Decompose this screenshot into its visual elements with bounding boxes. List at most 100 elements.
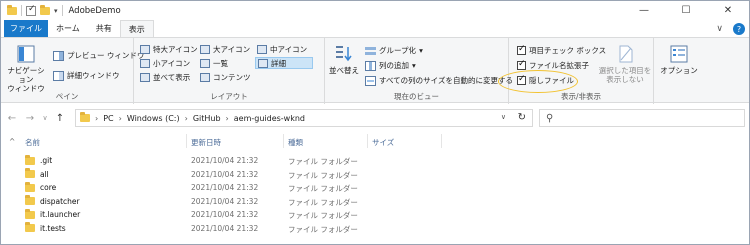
file-name-text: dispatcher (40, 196, 80, 206)
tab-home[interactable]: ホーム (48, 20, 88, 37)
layout-large-icons[interactable]: 大アイコン (198, 43, 252, 55)
window-title: AdobeDemo (68, 5, 121, 16)
table-row[interactable]: it.tests 2021/10/04 21:32 ファイル フォルダー (1, 222, 749, 236)
file-name: it.tests (25, 222, 66, 233)
details-icon (258, 58, 268, 68)
group-by-button[interactable]: グループ化 ▾ (365, 45, 423, 56)
list-icon (200, 58, 210, 68)
column-headers: ^ 名前 更新日時 種類 サイズ (1, 132, 749, 150)
ribbon-tabs-right: ∨ ? (716, 23, 745, 35)
preview-pane-icon (53, 50, 64, 61)
column-header-date[interactable]: 更新日時 (191, 137, 221, 148)
navigation-pane-label-1: ナビゲーション (7, 66, 45, 84)
search-box[interactable]: ⚲ (539, 109, 745, 127)
minimize-button[interactable]: — (623, 1, 665, 20)
back-button[interactable]: ← (3, 113, 21, 124)
search-icon: ⚲ (546, 112, 554, 124)
maximize-button[interactable]: ☐ (665, 1, 707, 20)
hide-selected-button[interactable]: 選択した項目を 表示しない (597, 44, 653, 84)
layout-tiles[interactable]: 並べて表示 (138, 71, 192, 83)
folder-icon (7, 4, 17, 15)
chevron-right-icon: › (225, 113, 229, 123)
column-header-name[interactable]: 名前 (25, 137, 40, 148)
file-name: .git (25, 154, 53, 165)
layout-small-icons[interactable]: 小アイコン (138, 57, 192, 69)
file-date: 2021/10/04 21:32 (191, 156, 259, 165)
chevron-down-icon: ▾ (419, 46, 423, 55)
layout-label: 一覧 (213, 58, 228, 68)
chevron-right-icon: › (95, 113, 99, 123)
fit-columns-icon (365, 75, 376, 86)
customize-toolbar-icon[interactable]: ▾ (54, 7, 58, 15)
layout-extra-large-icons[interactable]: 特大アイコン (138, 43, 200, 55)
group-by-label: グループ化 (379, 46, 417, 55)
breadcrumb-pc[interactable]: PC (103, 114, 113, 123)
add-columns-icon (365, 60, 376, 71)
add-columns-button[interactable]: 列の追加 ▾ (365, 60, 416, 71)
options-button[interactable]: オプション (659, 44, 699, 75)
address-bar[interactable]: › PC › Windows (C:) › GitHub › aem-guide… (75, 109, 533, 127)
tab-share[interactable]: 共有 (88, 20, 120, 37)
file-list: ^ 名前 更新日時 種類 サイズ .git 2021/10/04 21:32 フ… (1, 132, 749, 244)
file-extensions-checkbox[interactable] (517, 59, 526, 70)
file-name: it.launcher (25, 208, 80, 219)
column-header-size[interactable]: サイズ (372, 137, 394, 148)
content-icon (200, 72, 210, 82)
folder-icon (25, 222, 35, 232)
table-row[interactable]: dispatcher 2021/10/04 21:32 ファイル フォルダー (1, 195, 749, 209)
column-header-type[interactable]: 種類 (288, 137, 303, 148)
extra-large-icons-icon (140, 44, 150, 54)
layout-list[interactable]: 一覧 (198, 57, 230, 69)
tab-file[interactable]: ファイル (4, 20, 48, 37)
new-folder-icon[interactable] (40, 4, 50, 15)
preview-pane-button[interactable]: プレビュー ウィンドウ (53, 50, 144, 61)
layout-group-label: レイアウト (210, 92, 248, 101)
file-name: all (25, 168, 49, 179)
breadcrumb-repo[interactable]: aem-guides-wknd (234, 114, 305, 123)
up-button[interactable]: ↑ (51, 113, 69, 124)
collapse-icon: ^ (9, 137, 16, 146)
small-icons-icon (140, 58, 150, 68)
item-checkboxes-option[interactable]: 項目チェック ボックス (517, 44, 607, 56)
collapse-ribbon-icon[interactable]: ∨ (716, 24, 723, 34)
table-row[interactable]: core 2021/10/04 21:32 ファイル フォルダー (1, 181, 749, 195)
navigation-pane-icon (16, 44, 36, 64)
forward-button[interactable]: → (21, 113, 39, 124)
address-history-icon[interactable]: ∨ (501, 113, 506, 121)
divider (441, 134, 442, 148)
properties-icon[interactable] (26, 4, 36, 16)
folder-icon (25, 195, 35, 205)
breadcrumb-drive[interactable]: Windows (C:) (127, 114, 180, 123)
file-name-text: all (40, 169, 49, 179)
help-icon[interactable]: ? (733, 23, 745, 35)
chevron-right-icon: › (118, 113, 122, 123)
refresh-button[interactable]: ↻ (518, 112, 526, 123)
layout-content[interactable]: コンテンツ (198, 71, 253, 83)
recent-locations-button[interactable]: ∨ (39, 114, 51, 122)
file-name-text: .git (40, 156, 53, 165)
table-row[interactable]: .git 2021/10/04 21:32 ファイル フォルダー (1, 154, 749, 168)
fit-columns-button[interactable]: すべての列のサイズを自動的に変更する (365, 75, 513, 86)
table-row[interactable]: all 2021/10/04 21:32 ファイル フォルダー (1, 168, 749, 182)
layout-label: 特大アイコン (153, 44, 198, 54)
table-row[interactable]: it.launcher 2021/10/04 21:32 ファイル フォルダー (1, 208, 749, 222)
item-checkboxes-checkbox[interactable] (517, 44, 526, 55)
divider (186, 134, 187, 148)
file-date: 2021/10/04 21:32 (191, 196, 259, 206)
navigation-pane-button[interactable]: ナビゲーション ウィンドウ (6, 44, 46, 93)
layout-medium-icons[interactable]: 中アイコン (255, 43, 309, 55)
quick-access-toolbar: ▾ (1, 1, 63, 20)
chevron-down-icon: ▾ (412, 61, 416, 70)
divider (21, 5, 22, 16)
file-date: 2021/10/04 21:32 (191, 169, 259, 179)
details-pane-button[interactable]: 詳細ウィンドウ (53, 70, 120, 81)
tab-view[interactable]: 表示 (119, 20, 154, 37)
sort-button[interactable]: 並べ替え (329, 44, 359, 75)
current-view-group: 並べ替え グループ化 ▾ 列の追加 ▾ すべての列のサイズを自動的に変更する 現… (325, 38, 513, 104)
breadcrumb-github[interactable]: GitHub (193, 114, 221, 123)
options-label: オプション (660, 66, 698, 75)
item-checkboxes-label: 項目チェック ボックス (529, 46, 607, 55)
close-button[interactable]: ✕ (707, 1, 749, 20)
hide-selected-icon (615, 44, 635, 64)
layout-details[interactable]: 詳細 (255, 57, 313, 69)
